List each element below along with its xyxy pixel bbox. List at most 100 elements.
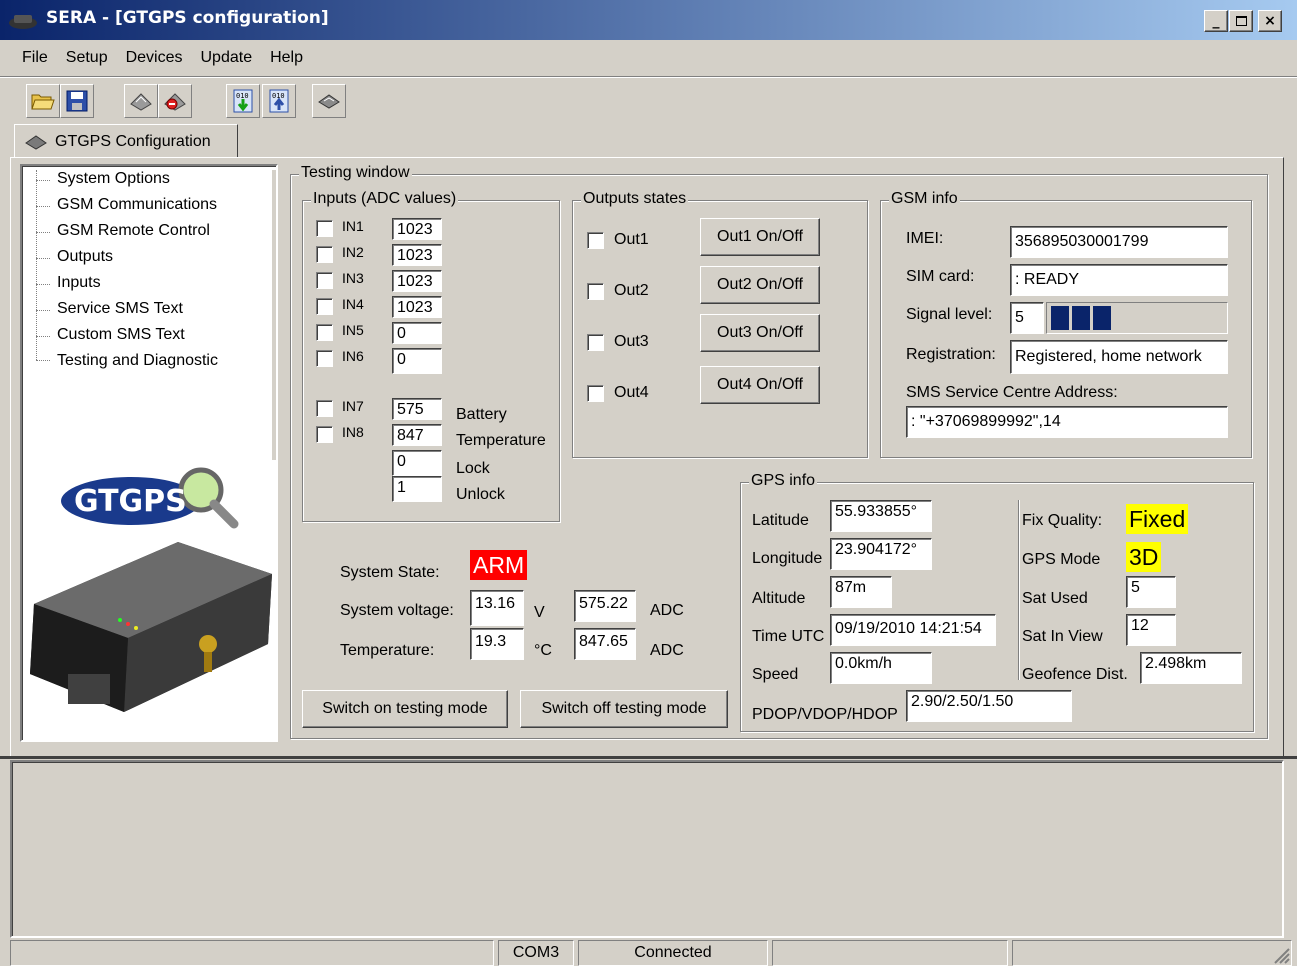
registration-label: Registration: <box>906 346 996 363</box>
in5-checkbox[interactable] <box>316 324 333 341</box>
in7-value: 575 <box>392 398 442 420</box>
signal-bar-segment <box>1051 306 1069 330</box>
outputs-title: Outputs states <box>581 190 689 208</box>
upload-arrow-icon: 010 <box>269 89 289 113</box>
device-button[interactable] <box>312 84 346 118</box>
close-icon: × <box>1264 13 1276 29</box>
time-utc-field: 09/19/2010 14:21:54 <box>830 614 996 646</box>
imei-label: IMEI: <box>906 230 944 247</box>
disconnect-icon <box>164 93 186 111</box>
menu-file[interactable]: File <box>0 44 57 72</box>
resize-grip-icon[interactable] <box>1270 944 1290 964</box>
menu-bar: File Setup Devices Update Help <box>0 44 312 72</box>
out2-checkbox[interactable] <box>587 283 604 300</box>
in3-checkbox[interactable] <box>316 272 333 289</box>
switch-on-testing-mode-button[interactable]: Switch on testing mode <box>302 690 508 728</box>
menu-devices[interactable]: Devices <box>117 44 192 72</box>
device-icon <box>25 134 47 150</box>
in4-checkbox[interactable] <box>316 298 333 315</box>
save-button[interactable] <box>60 84 94 118</box>
status-pane-empty <box>10 940 494 966</box>
sat-used-field: 5 <box>1126 576 1176 608</box>
connect-button[interactable] <box>124 84 158 118</box>
out3-toggle-button[interactable]: Out3 On/Off <box>700 314 820 352</box>
in8-checkbox[interactable] <box>316 426 333 443</box>
out1-checkbox[interactable] <box>587 232 604 249</box>
altitude-field: 87m <box>830 576 892 608</box>
geofence-distance-field: 2.498km <box>1140 652 1242 684</box>
sms-centre-field: : "+37069899992",14 <box>906 406 1228 438</box>
system-state-value: ARM <box>470 550 528 580</box>
menu-update[interactable]: Update <box>192 44 262 72</box>
tree-item-gsm-communications[interactable]: GSM Communications <box>57 196 217 214</box>
window-title: SERA - [GTGPS configuration] <box>46 8 329 28</box>
switch-off-testing-mode-button[interactable]: Switch off testing mode <box>520 690 728 728</box>
system-voltage-field: 13.16 <box>470 590 524 626</box>
in7-label: IN7 <box>342 398 364 414</box>
in7-checkbox[interactable] <box>316 400 333 417</box>
out3-checkbox[interactable] <box>587 334 604 351</box>
out3-label: Out3 <box>614 333 649 350</box>
tree-scrollbar[interactable] <box>272 170 276 460</box>
dop-field: 2.90/2.50/1.50 <box>906 690 1072 722</box>
splitter[interactable] <box>0 756 1297 759</box>
tree-item-service-sms-text[interactable]: Service SMS Text <box>57 300 183 318</box>
longitude-field: 23.904172° <box>830 538 932 570</box>
write-device-button[interactable]: 010 <box>262 84 296 118</box>
unlock-label: Unlock <box>456 486 505 503</box>
tree-item-testing-and-diagnostic[interactable]: Testing and Diagnostic <box>57 352 218 370</box>
in2-value: 1023 <box>392 244 442 266</box>
signal-bar-segment <box>1093 306 1111 330</box>
in5-label: IN5 <box>342 322 364 338</box>
minimize-icon: _ <box>1212 13 1220 29</box>
out2-label: Out2 <box>614 282 649 299</box>
disconnect-button[interactable] <box>158 84 192 118</box>
status-pane-empty <box>772 940 1008 966</box>
in6-checkbox[interactable] <box>316 350 333 367</box>
out4-toggle-button[interactable]: Out4 On/Off <box>700 366 820 404</box>
menu-setup[interactable]: Setup <box>57 44 117 72</box>
gtgps-logo-text: GTGPS <box>74 484 187 519</box>
tree-item-custom-sms-text[interactable]: Custom SMS Text <box>57 326 185 344</box>
minimize-button[interactable]: _ <box>1204 10 1228 32</box>
menu-help[interactable]: Help <box>261 44 312 72</box>
tree-item-gsm-remote-control[interactable]: GSM Remote Control <box>57 222 210 240</box>
tab-gtgps-configuration[interactable]: GTGPS Configuration <box>14 124 238 158</box>
voltage-adc-label: ADC <box>650 602 684 619</box>
in6-value: 0 <box>392 348 442 374</box>
gps-mode-label: GPS Mode <box>1022 551 1101 568</box>
floppy-save-icon <box>66 90 88 112</box>
tab-label: GTGPS Configuration <box>55 132 211 150</box>
read-device-button[interactable]: 010 <box>226 84 260 118</box>
tree-item-inputs[interactable]: Inputs <box>57 274 101 292</box>
sim-card-field: : READY <box>1010 264 1228 296</box>
speed-label: Speed <box>752 666 799 683</box>
latitude-label: Latitude <box>752 512 809 529</box>
app-icon <box>9 15 37 29</box>
device-icon <box>318 94 340 109</box>
tree-item-system-options[interactable]: System Options <box>57 170 170 188</box>
in2-checkbox[interactable] <box>316 246 333 263</box>
close-button[interactable]: × <box>1258 10 1282 32</box>
tree-connector <box>36 310 50 311</box>
voltage-adc-field: 575.22 <box>574 590 636 622</box>
out4-label: Out4 <box>614 384 649 401</box>
out1-toggle-button[interactable]: Out1 On/Off <box>700 218 820 256</box>
tree-item-outputs[interactable]: Outputs <box>57 248 113 266</box>
fix-quality-value: Fixed <box>1126 504 1189 534</box>
in3-value: 1023 <box>392 270 442 292</box>
time-utc-label: Time UTC <box>752 628 825 645</box>
temperature-adc-field: 847.65 <box>574 628 636 660</box>
fix-quality-label: Fix Quality: <box>1022 512 1103 529</box>
in1-checkbox[interactable] <box>316 220 333 237</box>
sat-used-label: Sat Used <box>1022 590 1088 607</box>
gsm-info-title: GSM info <box>889 190 960 208</box>
temperature-input-label: Temperature <box>456 432 546 449</box>
out4-checkbox[interactable] <box>587 385 604 402</box>
svg-text:010: 010 <box>236 92 249 100</box>
out2-toggle-button[interactable]: Out2 On/Off <box>700 266 820 304</box>
open-button[interactable] <box>26 84 60 118</box>
download-arrow-icon: 010 <box>233 89 253 113</box>
latitude-field: 55.933855° <box>830 500 932 532</box>
maximize-button[interactable] <box>1229 10 1253 32</box>
